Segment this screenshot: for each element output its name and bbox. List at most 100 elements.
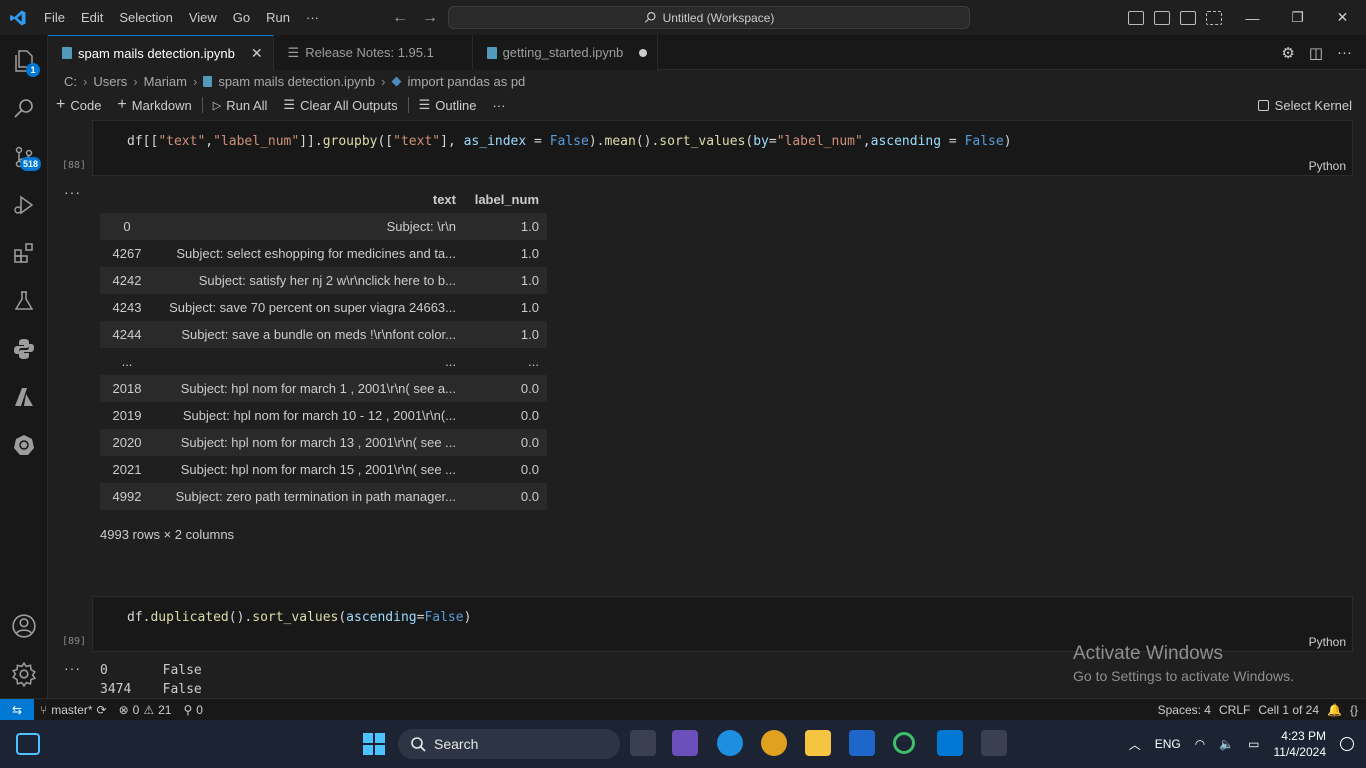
select-kernel-button[interactable]: Select Kernel <box>1257 98 1352 113</box>
customize-layout-icon[interactable] <box>1206 10 1222 25</box>
command-center[interactable]: Untitled (Workspace) <box>448 6 970 29</box>
source-control-badge: 518 <box>20 157 42 171</box>
breadcrumb-item[interactable]: import pandas as pd <box>407 74 525 89</box>
braces-status[interactable]: {} <box>1350 703 1358 717</box>
back-arrow-icon[interactable]: ← <box>392 9 408 27</box>
chevron-right-icon: › <box>381 73 386 89</box>
notebook-toolbar: + Code + Markdown ▷ Run All ☰ Clear All … <box>48 92 1366 118</box>
widgets-icon[interactable] <box>16 733 40 755</box>
forward-arrow-icon[interactable]: → <box>422 9 438 27</box>
vertical-scrollbar[interactable] <box>1352 118 1366 698</box>
app-ring-icon[interactable] <box>893 732 915 754</box>
tab-release-notes[interactable]: ☰ Release Notes: 1.95.1 ✕ <box>273 35 473 70</box>
output-actions-icon[interactable]: ··· <box>64 660 81 676</box>
accounts-icon[interactable] <box>0 602 48 650</box>
add-markdown-cell-button[interactable]: + Markdown <box>109 96 199 114</box>
azure-icon[interactable] <box>0 373 48 421</box>
tab-spam-mails-detection[interactable]: spam mails detection.ipynb ✕ <box>48 35 274 70</box>
eol-status[interactable]: CRLF <box>1219 703 1250 717</box>
unsaved-dot-icon[interactable] <box>639 48 648 57</box>
notification-icon[interactable] <box>1340 737 1354 751</box>
extensions-icon[interactable] <box>0 229 48 277</box>
run-all-button[interactable]: ▷ Run All <box>205 98 276 113</box>
menu-view[interactable]: View <box>181 0 225 35</box>
run-debug-icon[interactable] <box>0 181 48 229</box>
kubernetes-icon[interactable] <box>0 421 48 469</box>
menu-file[interactable]: File <box>36 0 73 35</box>
menu-go[interactable]: Go <box>225 0 258 35</box>
breadcrumb-item[interactable]: Users <box>93 74 127 89</box>
outline-button[interactable]: ☰ Outline <box>411 97 485 113</box>
clock[interactable]: 4:23 PM 11/4/2024 <box>1274 728 1327 760</box>
cell-code[interactable]: df.duplicated().sort_values(ascending=Fa… <box>127 610 471 625</box>
menu-more[interactable]: ··· <box>298 0 327 35</box>
toolbar-divider <box>407 97 409 113</box>
teams-icon[interactable] <box>672 730 698 756</box>
settings-gear-icon[interactable] <box>0 650 48 698</box>
breadcrumb-item[interactable]: spam mails detection.ipynb <box>218 74 375 89</box>
minimize-icon[interactable]: — <box>1230 10 1275 26</box>
series-output-line: 0 False <box>100 663 202 678</box>
activate-windows-watermark: Activate Windows Go to Settings to activ… <box>1073 643 1294 684</box>
search-label: Search <box>434 736 479 752</box>
testing-flask-icon[interactable] <box>0 277 48 325</box>
clock-date: 11/4/2024 <box>1273 745 1327 759</box>
menu-edit[interactable]: Edit <box>73 0 111 35</box>
kernel-icon <box>1257 99 1269 111</box>
cell-language[interactable]: Python <box>1309 159 1346 173</box>
microsoft-store-icon[interactable] <box>849 730 875 756</box>
chevron-up-icon[interactable]: ︿ <box>1129 736 1141 753</box>
taskbar-search[interactable]: Search <box>398 729 620 759</box>
vscode-taskbar-icon[interactable] <box>937 730 963 756</box>
outline-label: Outline <box>435 97 477 113</box>
tab-getting-started[interactable]: getting_started.ipynb <box>472 35 659 70</box>
battery-icon[interactable]: ▭ <box>1248 737 1259 751</box>
toggle-panel-icon[interactable] <box>1154 10 1170 25</box>
restore-icon[interactable]: ❐ <box>1275 9 1320 26</box>
chevron-right-icon: › <box>83 73 88 89</box>
breadcrumb-item[interactable]: Mariam <box>144 74 187 89</box>
toolbar-more-button[interactable]: ··· <box>484 98 513 113</box>
chrome-icon[interactable] <box>761 730 787 756</box>
cell-code[interactable]: df[["text","label_num"]].groupby(["text"… <box>127 134 1012 149</box>
explorer-icon[interactable]: 1 <box>0 37 48 85</box>
bell-icon[interactable]: 🔔 <box>1327 703 1342 717</box>
edge-icon[interactable] <box>717 730 743 756</box>
clear-all-outputs-button[interactable]: ☰ Clear All Outputs <box>275 97 405 113</box>
breadcrumb-item[interactable]: C: <box>64 74 77 89</box>
menu-run[interactable]: Run <box>258 0 298 35</box>
cell-position-status[interactable]: Cell 1 of 24 <box>1258 703 1319 717</box>
remote-indicator-icon[interactable]: ⇆ <box>0 698 34 721</box>
python-icon[interactable] <box>0 325 48 373</box>
wifi-icon[interactable]: ◠ <box>1195 737 1205 751</box>
cell-language[interactable]: Python <box>1309 635 1346 649</box>
start-windows-icon[interactable] <box>362 732 386 756</box>
table-cell: 1.0 <box>520 327 539 342</box>
snipping-tool-icon[interactable] <box>981 730 1007 756</box>
add-code-cell-button[interactable]: + Code <box>48 96 109 114</box>
problems-status[interactable]: ⊗ 0 ⚠ 21 <box>113 703 178 717</box>
gear-icon[interactable]: ⚙ <box>1281 44 1294 62</box>
more-actions-icon[interactable]: ··· <box>1337 44 1352 61</box>
table-row: 2018 Subject: hpl nom for march 1 , 2001\… <box>100 375 547 402</box>
close-window-icon[interactable]: ✕ <box>1320 9 1365 26</box>
menu-selection[interactable]: Selection <box>111 0 180 35</box>
toggle-sidebar-icon[interactable] <box>1128 10 1144 25</box>
series-output-line: 3474 False <box>100 682 202 697</box>
search-view-icon[interactable] <box>0 85 48 133</box>
close-tab-icon[interactable]: ✕ <box>251 45 263 62</box>
ports-status[interactable]: ⚲ 0 <box>177 703 208 717</box>
task-view-icon[interactable] <box>630 730 656 756</box>
volume-icon[interactable]: 🔈 <box>1219 737 1234 751</box>
toggle-secondary-sidebar-icon[interactable] <box>1180 10 1196 25</box>
branch-status[interactable]: ⑂ master* ⟳ <box>34 703 113 717</box>
table-cell: Subject: select eshopping for medicines … <box>176 246 456 261</box>
row-index: 4243 <box>112 300 142 315</box>
indentation-status[interactable]: Spaces: 4 <box>1158 703 1211 717</box>
split-editor-icon[interactable]: ◫ <box>1309 44 1323 62</box>
output-actions-icon[interactable]: ··· <box>64 184 81 200</box>
code-cell[interactable]: df[["text","label_num"]].groupby(["text"… <box>92 120 1353 176</box>
source-control-icon[interactable]: 518 <box>0 133 48 181</box>
input-language[interactable]: ENG <box>1155 737 1181 751</box>
file-explorer-icon[interactable] <box>805 730 831 756</box>
